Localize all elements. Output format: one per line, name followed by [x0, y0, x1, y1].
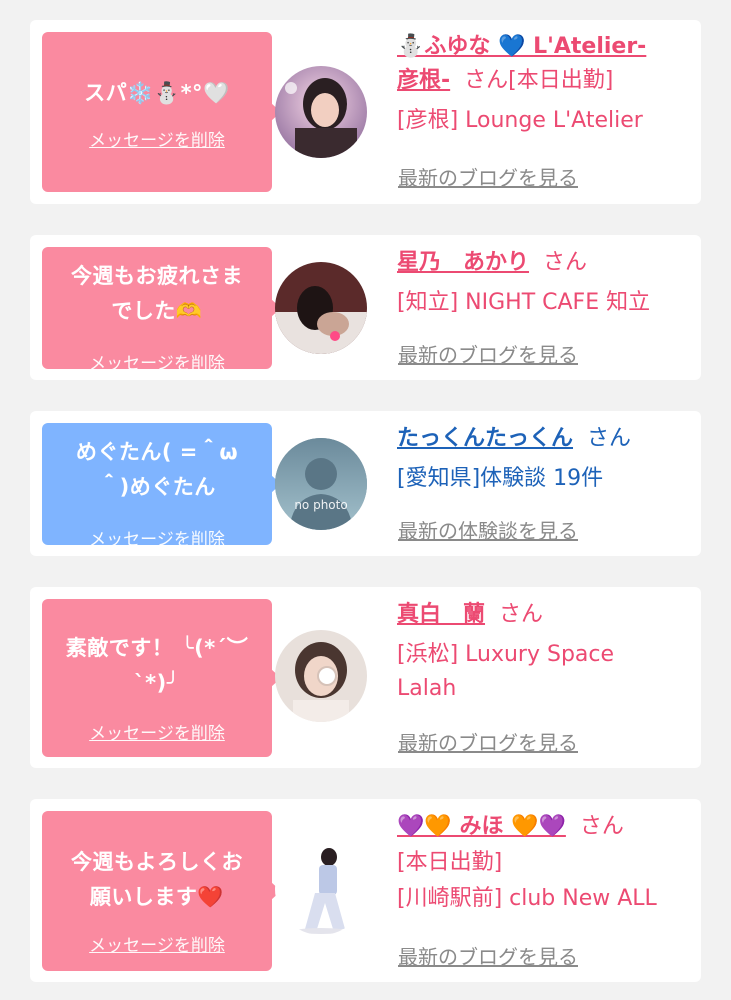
message-list: スパ❄️⛄*°🤍 メッセージを削除 ⛄ふゆな 💙 L'Atelier- 彦根- …: [0, 0, 731, 1000]
honorific: さん: [543, 250, 588, 275]
cast-info: 星乃 あかり さん [知立] NIGHT CAFE 知立: [397, 246, 697, 320]
cast-info: 💜🧡 みほ 🧡💜 さん [本日出勤] [川崎駅前] club New ALL: [397, 810, 697, 916]
latest-blog-link[interactable]: 最新のブログを見る: [398, 339, 578, 368]
message-bubble: 今週もよろしくお 願いします❤️ メッセージを削除: [42, 811, 281, 971]
message-card: 素敵です！ ╰(*´︶ `*)╯ メッセージを削除 真白 蘭さん [浜松] Lu…: [30, 587, 701, 768]
message-text: スパ❄️⛄*°🤍: [84, 81, 230, 105]
latest-blog-link[interactable]: 最新のブログを見る: [398, 727, 578, 756]
delete-message-link[interactable]: メッセージを削除: [42, 719, 272, 744]
honorific: さん: [464, 68, 509, 93]
avatar[interactable]: [275, 630, 367, 722]
message-card: スパ❄️⛄*°🤍 メッセージを削除 ⛄ふゆな 💙 L'Atelier- 彦根- …: [30, 20, 701, 204]
message-card: めぐたん( =＾ω ＾)めぐたん メッセージを削除 no photo たっくんた: [30, 411, 701, 556]
cast-name-link-continued[interactable]: 彦根-: [397, 68, 450, 93]
review-count-label: [愛知県]体験談 19件: [397, 466, 604, 491]
reviewer-name-link[interactable]: たっくんたっくん: [397, 426, 573, 451]
status-label: [本日出勤]: [508, 68, 614, 93]
shop-label: [彦根] Lounge L'Atelier: [397, 108, 643, 133]
shop-label: [川崎駅前] club New ALL: [397, 886, 657, 911]
no-photo-label: no photo: [294, 498, 348, 512]
message-text-line1: 今週もお疲れさま: [71, 264, 243, 288]
delete-message-link[interactable]: メッセージを削除: [42, 126, 272, 151]
message-text-line1: 素敵です！ ╰(*´︶: [65, 636, 249, 660]
avatar[interactable]: [275, 66, 367, 158]
avatar[interactable]: [275, 262, 367, 354]
honorific: さん: [499, 602, 544, 627]
cast-name-link[interactable]: 💜🧡 みほ 🧡💜: [397, 814, 566, 839]
cast-name-link[interactable]: 真白 蘭: [397, 602, 485, 627]
woman-photo-icon: [275, 262, 367, 354]
cast-info: たっくんたっくん さん [愛知県]体験談 19件: [397, 422, 697, 496]
message-card: 今週もお疲れさま でした🫶 メッセージを削除 星乃 あかり さん [知立] NIG…: [30, 235, 701, 380]
woman-photo-icon: [275, 843, 367, 935]
avatar[interactable]: no photo: [275, 438, 367, 530]
avatar[interactable]: [275, 843, 367, 935]
message-text-line2: でした🫶: [111, 299, 203, 323]
delete-message-link[interactable]: メッセージを削除: [42, 931, 272, 956]
cast-info: 真白 蘭さん [浜松] Luxury Space Lalah: [397, 598, 697, 706]
message-text-line2: 願いします❤️: [89, 885, 225, 909]
shop-label-line2: Lalah: [397, 676, 457, 701]
message-text-line1: めぐたん( =＾ω: [75, 440, 239, 464]
message-bubble: めぐたん( =＾ω ＾)めぐたん メッセージを削除: [42, 423, 281, 550]
delete-message-link[interactable]: メッセージを削除: [42, 525, 272, 550]
delete-message-link[interactable]: メッセージを削除: [42, 349, 272, 374]
status-label: [本日出勤]: [397, 850, 503, 875]
no-photo-silhouette-icon: [275, 438, 367, 530]
latest-blog-link[interactable]: 最新のブログを見る: [398, 162, 578, 191]
message-text-line2: ＾)めぐたん: [98, 475, 216, 499]
cast-name-link[interactable]: ⛄ふゆな 💙 L'Atelier-: [397, 34, 646, 59]
honorific: さん: [587, 426, 632, 451]
shop-label-line1: [浜松] Luxury Space: [397, 642, 615, 667]
cast-info: ⛄ふゆな 💙 L'Atelier- 彦根- さん[本日出勤] [彦根] Loung…: [397, 30, 697, 138]
message-bubble: 今週もお疲れさま でした🫶 メッセージを削除: [42, 247, 281, 374]
shop-label: [知立] NIGHT CAFE 知立: [397, 290, 651, 315]
message-card: 今週もよろしくお 願いします❤️ メッセージを削除 💜🧡 みほ 🧡💜 さん [本日…: [30, 799, 701, 982]
woman-photo-icon: [275, 66, 367, 158]
message-bubble: 素敵です！ ╰(*´︶ `*)╯ メッセージを削除: [42, 599, 281, 757]
woman-photo-icon: [275, 630, 367, 722]
latest-review-link[interactable]: 最新の体験談を見る: [398, 515, 578, 544]
message-text-line2: `*)╯: [134, 671, 180, 695]
latest-blog-link[interactable]: 最新のブログを見る: [398, 941, 578, 970]
honorific: さん: [579, 814, 624, 839]
message-bubble: スパ❄️⛄*°🤍 メッセージを削除: [42, 32, 281, 192]
message-text-line1: 今週もよろしくお: [71, 850, 243, 874]
cast-name-link[interactable]: 星乃 あかり: [397, 250, 529, 275]
